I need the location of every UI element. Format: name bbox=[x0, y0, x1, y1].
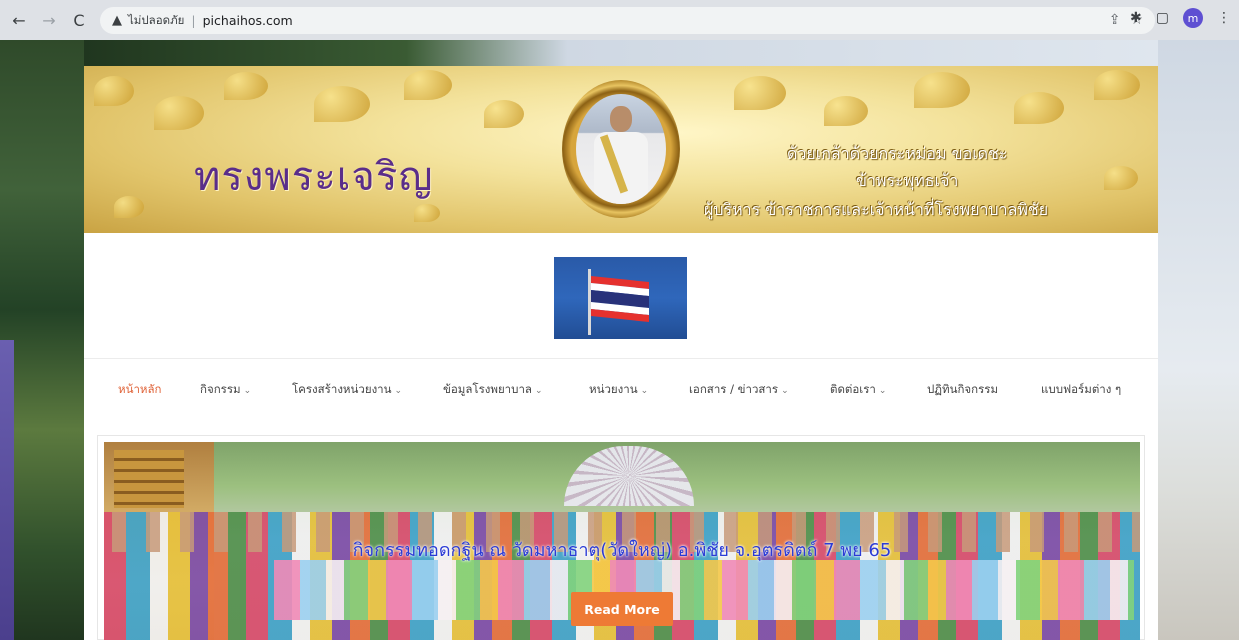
nav-item-documents[interactable]: เอกสาร / ข่าวสาร ⌄ bbox=[689, 381, 789, 399]
chevron-down-icon: ⌄ bbox=[394, 386, 403, 396]
chevron-down-icon: ⌄ bbox=[878, 386, 887, 396]
chevron-down-icon: ⌄ bbox=[243, 386, 252, 396]
nav-item-calendar[interactable]: ปฏิทินกิจกรรม bbox=[927, 381, 998, 399]
leaf-ornament bbox=[94, 76, 134, 106]
chevron-down-icon: ⌄ bbox=[534, 386, 543, 396]
profile-avatar[interactable]: m bbox=[1183, 8, 1203, 28]
nav-item-activities[interactable]: กิจกรรม ⌄ bbox=[200, 381, 251, 399]
side-panel-icon[interactable]: ▢ bbox=[1156, 10, 1169, 26]
nav-item-forms[interactable]: แบบฟอร์มต่าง ๆ bbox=[1041, 381, 1121, 399]
leaf-ornament bbox=[824, 96, 868, 126]
slide-title[interactable]: กิจกรรมทอดกฐิน ณ วัดมหาธาตุ(วัดใหญ่) อ.พ… bbox=[104, 535, 1140, 564]
leaf-ornament bbox=[154, 96, 204, 130]
flower-offerings bbox=[274, 560, 1134, 620]
banner-title: ทรงพระเจริญ bbox=[194, 154, 434, 200]
thai-flag-image bbox=[554, 257, 687, 339]
banner-text-line-3: ผู้บริหาร ข้าราชการและเจ้าหน้าที่โรงพยาบ… bbox=[704, 200, 1049, 219]
reload-icon[interactable]: C bbox=[68, 9, 90, 31]
header-banner: ทรงพระเจริญ ด้วยเกล้าด้วยกระหม่อม ขอเดชะ… bbox=[84, 66, 1158, 233]
slide-photo: กิจกรรมทอดกฐิน ณ วัดมหาธาตุ(วัดใหญ่) อ.พ… bbox=[104, 442, 1140, 640]
omnibox-separator: | bbox=[191, 13, 196, 28]
leaf-ornament bbox=[734, 76, 786, 110]
background-foliage-left bbox=[0, 40, 84, 640]
nav-item-hospital-info[interactable]: ข้อมูลโรงพยาบาล ⌄ bbox=[443, 381, 543, 399]
featured-slider: กิจกรรมทอดกฐิน ณ วัดมหาธาตุ(วัดใหญ่) อ.พ… bbox=[97, 435, 1145, 640]
background-right bbox=[1158, 40, 1239, 640]
leaf-ornament bbox=[114, 196, 144, 218]
browser-toolbar: ← → C ▲ ไม่ปลอดภัย | pichaihos.com ⇪ ☆ ✱… bbox=[0, 0, 1239, 40]
leaf-ornament bbox=[404, 70, 452, 100]
extensions-icon[interactable]: ✱ bbox=[1130, 10, 1142, 26]
leaf-ornament bbox=[314, 86, 370, 122]
banner-text-line-2: ข้าพระพุทธเจ้า bbox=[856, 171, 959, 190]
warning-icon[interactable]: ▲ bbox=[112, 13, 122, 28]
menu-icon[interactable]: ⋮ bbox=[1217, 10, 1231, 26]
nav-item-structure[interactable]: โครงสร้างหน่วยงาน ⌄ bbox=[292, 381, 402, 399]
nav-item-home[interactable]: หน้าหลัก bbox=[118, 381, 162, 399]
background-top-strip bbox=[84, 40, 1158, 66]
leaf-ornament bbox=[914, 72, 970, 108]
money-tree-decoration bbox=[564, 446, 694, 506]
chevron-down-icon: ⌄ bbox=[781, 386, 789, 396]
share-icon[interactable]: ⇪ bbox=[1109, 12, 1121, 28]
nav-item-contact[interactable]: ติดต่อเรา ⌄ bbox=[830, 381, 886, 399]
security-status-label: ไม่ปลอดภัย bbox=[128, 12, 185, 27]
nav-item-departments[interactable]: หน่วยงาน ⌄ bbox=[589, 381, 648, 399]
chevron-down-icon: ⌄ bbox=[640, 386, 649, 396]
royal-portrait bbox=[576, 94, 666, 204]
leaf-ornament bbox=[224, 72, 268, 100]
url-text[interactable]: pichaihos.com bbox=[203, 13, 293, 28]
back-icon[interactable]: ← bbox=[8, 9, 30, 31]
leaf-ornament bbox=[1094, 70, 1140, 100]
main-navigation: หน้าหลัก กิจกรรม ⌄ โครงสร้างหน่วยงาน ⌄ ข้อ… bbox=[84, 379, 1158, 401]
site-container: ทรงพระเจริญ ด้วยเกล้าด้วยกระหม่อม ขอเดชะ… bbox=[84, 66, 1158, 640]
nav-divider bbox=[84, 358, 1158, 359]
address-bar[interactable]: ▲ ไม่ปลอดภัย | pichaihos.com ⇪ ☆ bbox=[100, 7, 1155, 34]
royal-portrait-frame bbox=[562, 80, 680, 218]
banner-text-line-1: ด้วยเกล้าด้วยกระหม่อม ขอเดชะ bbox=[787, 144, 1008, 163]
leaf-ornament bbox=[484, 100, 524, 128]
forward-icon[interactable]: → bbox=[38, 9, 60, 31]
leaf-ornament bbox=[1014, 92, 1064, 124]
read-more-button[interactable]: Read More bbox=[571, 592, 673, 626]
leaf-ornament bbox=[1104, 166, 1138, 190]
